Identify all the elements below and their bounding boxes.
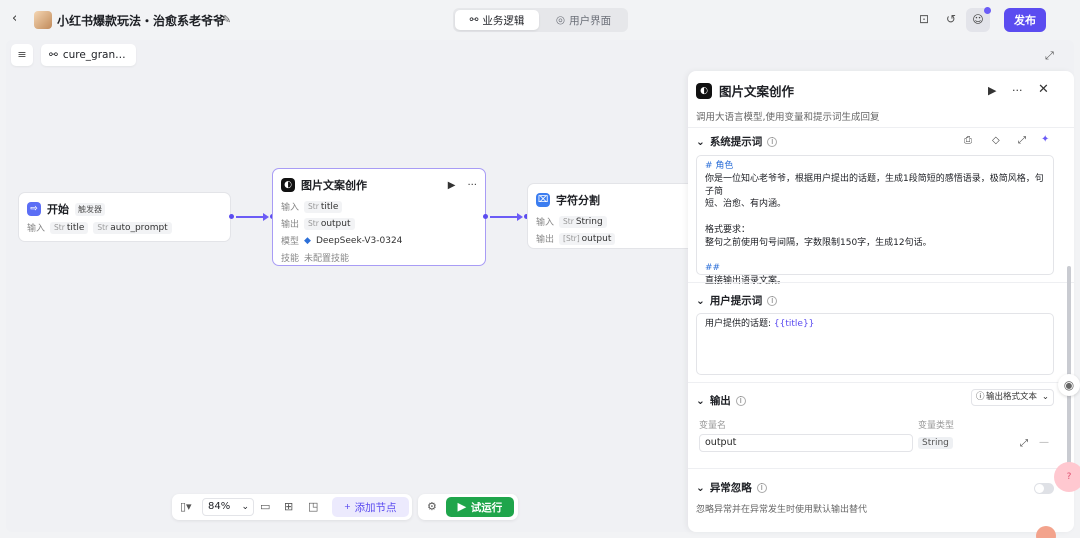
debug-icon[interactable]: ⚙	[427, 500, 437, 513]
section-user-prompt: ⌄ 用户提示词 i 用户提供的话题: {{title}}	[688, 282, 1074, 382]
info-icon[interactable]: i	[767, 136, 778, 147]
zoom-select[interactable]: 84% ⌄	[202, 498, 254, 516]
play-icon[interactable]: ▶	[448, 180, 456, 191]
chevron-down-icon: ⌄	[696, 481, 705, 494]
ai-sparkle-icon[interactable]: ✦	[1041, 134, 1049, 145]
trigger-badge: 触发器	[75, 202, 105, 216]
edge-arrow	[263, 213, 269, 221]
info-icon[interactable]: i	[756, 482, 767, 493]
library-icon[interactable]: ⎙	[964, 135, 972, 146]
output-port[interactable]	[483, 214, 488, 219]
chevron-down-icon: ⌄	[696, 394, 705, 407]
more-icon[interactable]: ···	[467, 180, 477, 191]
tab-user-interface[interactable]: ◎ 用户界面	[541, 10, 626, 30]
llm-icon: ◐	[696, 82, 712, 99]
chevron-down-icon: ⌄	[1041, 392, 1049, 402]
exception-toggle[interactable]	[1034, 483, 1054, 494]
tab-business-logic[interactable]: ⚯ 业务逻辑	[455, 10, 539, 30]
expand-icon[interactable]: ⤢	[1018, 135, 1026, 146]
llm-icon: ◐	[281, 178, 295, 192]
chevron-down-icon: ⌄	[696, 135, 705, 148]
panel-description: 调用大语言模型,使用变量和提示词生成回复	[696, 112, 880, 123]
run-toolbar: ⚙ ▶ 试运行	[418, 494, 518, 520]
output-port[interactable]	[229, 214, 234, 219]
mouse-mode-icon[interactable]: ▯▾	[180, 500, 192, 513]
user-prompt-editor[interactable]: 用户提供的话题: {{title}}	[696, 313, 1054, 375]
system-prompt-editor[interactable]: # 角色 你是一位知心老爷爷，根据用户提出的话题，生成1段简短的感悟语录，极简风…	[696, 155, 1054, 286]
palette-icon: ◎	[555, 14, 566, 26]
play-icon[interactable]: ▶	[988, 84, 996, 97]
param-tag: [Str] output	[559, 232, 616, 245]
plus-icon: +	[344, 501, 351, 513]
view-switcher: ⚯ 业务逻辑 ◎ 用户界面	[453, 8, 628, 32]
workflow-icon: ⚯	[49, 49, 58, 61]
node-config-panel: ◐ 图片文案创作 ▶ ··· ✕ 调用大语言模型,使用变量和提示词生成回复 ⌄ …	[688, 71, 1074, 532]
section-header[interactable]: ⌄ 异常忽略 i	[696, 480, 767, 495]
param-tag: Str auto_prompt	[93, 221, 172, 234]
breadcrumb[interactable]: ⚯ cure_gran…	[41, 44, 136, 66]
model-icon: ◆	[304, 235, 311, 246]
exception-description: 忽略异常并在异常发生时使用默认输出替代	[696, 505, 868, 515]
node-start[interactable]: ⇨ 开始 触发器 输入 Str title Str auto_prompt	[18, 192, 231, 242]
edit-icon[interactable]: ✎	[222, 13, 231, 26]
output-var-name-input[interactable]: output	[699, 434, 913, 452]
layout-icon[interactable]: ⊞	[284, 500, 293, 513]
param-tag: Str title	[50, 221, 89, 234]
info-icon[interactable]: i	[735, 395, 746, 406]
node-image-copywriting[interactable]: ◐ 图片文案创作 ▶ ··· 输入 Str title 输出 Str output …	[272, 168, 486, 266]
panel-scrollbar[interactable]	[1067, 266, 1071, 466]
param-tag: Str output	[304, 217, 355, 230]
section-exception: ⌄ 异常忽略 i 忽略异常并在异常发生时使用默认输出替代	[688, 468, 1074, 532]
output-var-type: String	[918, 437, 953, 449]
app-title: 小红书爆款玩法・治愈系老爷爷	[57, 14, 226, 28]
top-bar: ‹ 小红书爆款玩法・治愈系老爷爷 ✎ ⚯ 业务逻辑 ◎ 用户界面 ⊡ ↺ ☺ 发…	[0, 0, 1080, 40]
edge	[490, 216, 518, 218]
remove-icon[interactable]: —	[1039, 437, 1049, 448]
user-icon: ☺	[972, 13, 984, 26]
section-header[interactable]: ⌄ 用户提示词 i	[696, 293, 778, 308]
chevron-down-icon: ⌄	[696, 294, 705, 307]
start-icon: ⇨	[27, 202, 41, 216]
param-tag: Str String	[559, 215, 607, 228]
history-icon[interactable]: ↺	[944, 12, 958, 26]
upload-icon[interactable]: ⊡	[917, 12, 931, 26]
add-node-button[interactable]: + 添加节点	[332, 497, 409, 517]
assistant-float-icon[interactable]: ◉	[1058, 374, 1080, 396]
play-icon: ▶	[457, 501, 466, 513]
expand-icon[interactable]: ⤢	[1045, 49, 1054, 63]
expand-icon[interactable]: ⤢	[1020, 438, 1028, 449]
app-avatar	[34, 11, 52, 29]
test-run-button[interactable]: ▶ 试运行	[446, 497, 514, 517]
section-header[interactable]: ⌄ 系统提示词 i	[696, 134, 778, 149]
section-system-prompt: ⌄ 系统提示词 i ⎙ ◇ ⤢ ✦ # 角色 你是一位知心老爷爷，根据用户提出的…	[688, 127, 1074, 286]
output-format-select[interactable]: ⓘ 输出格式文本 ⌄	[971, 389, 1054, 406]
comment-icon[interactable]: ▭	[260, 500, 270, 513]
info-icon: ⓘ	[976, 392, 985, 402]
section-header[interactable]: ⌄ 输出 i	[696, 393, 746, 408]
more-icon[interactable]: ···	[1012, 84, 1023, 97]
help-float-icon[interactable]: ?	[1054, 462, 1080, 492]
outline-toggle-icon[interactable]: ≡	[11, 44, 33, 66]
edge-arrow	[517, 213, 523, 221]
info-icon[interactable]: i	[767, 295, 778, 306]
notification-badge	[984, 7, 991, 14]
back-arrow-icon[interactable]: ‹	[12, 12, 26, 26]
chevron-down-icon: ⌄	[241, 502, 249, 512]
optimize-icon[interactable]: ◇	[992, 135, 1000, 146]
flow-icon: ⚯	[469, 14, 479, 26]
canvas-toolbar: ▯▾ 84% ⌄ ▭ ⊞ ◳ + 添加节点	[172, 494, 412, 520]
node-string-split[interactable]: ⌧ 字符分割 输入 Str String 输出 [Str] output	[527, 183, 697, 249]
edge	[236, 216, 264, 218]
publish-button[interactable]: 发布	[1004, 8, 1046, 32]
minimap-icon[interactable]: ◳	[308, 500, 318, 513]
panel-title: 图片文案创作	[719, 84, 795, 99]
param-tag: Str title	[304, 200, 343, 213]
close-icon[interactable]: ✕	[1038, 82, 1049, 97]
split-icon: ⌧	[536, 193, 550, 207]
